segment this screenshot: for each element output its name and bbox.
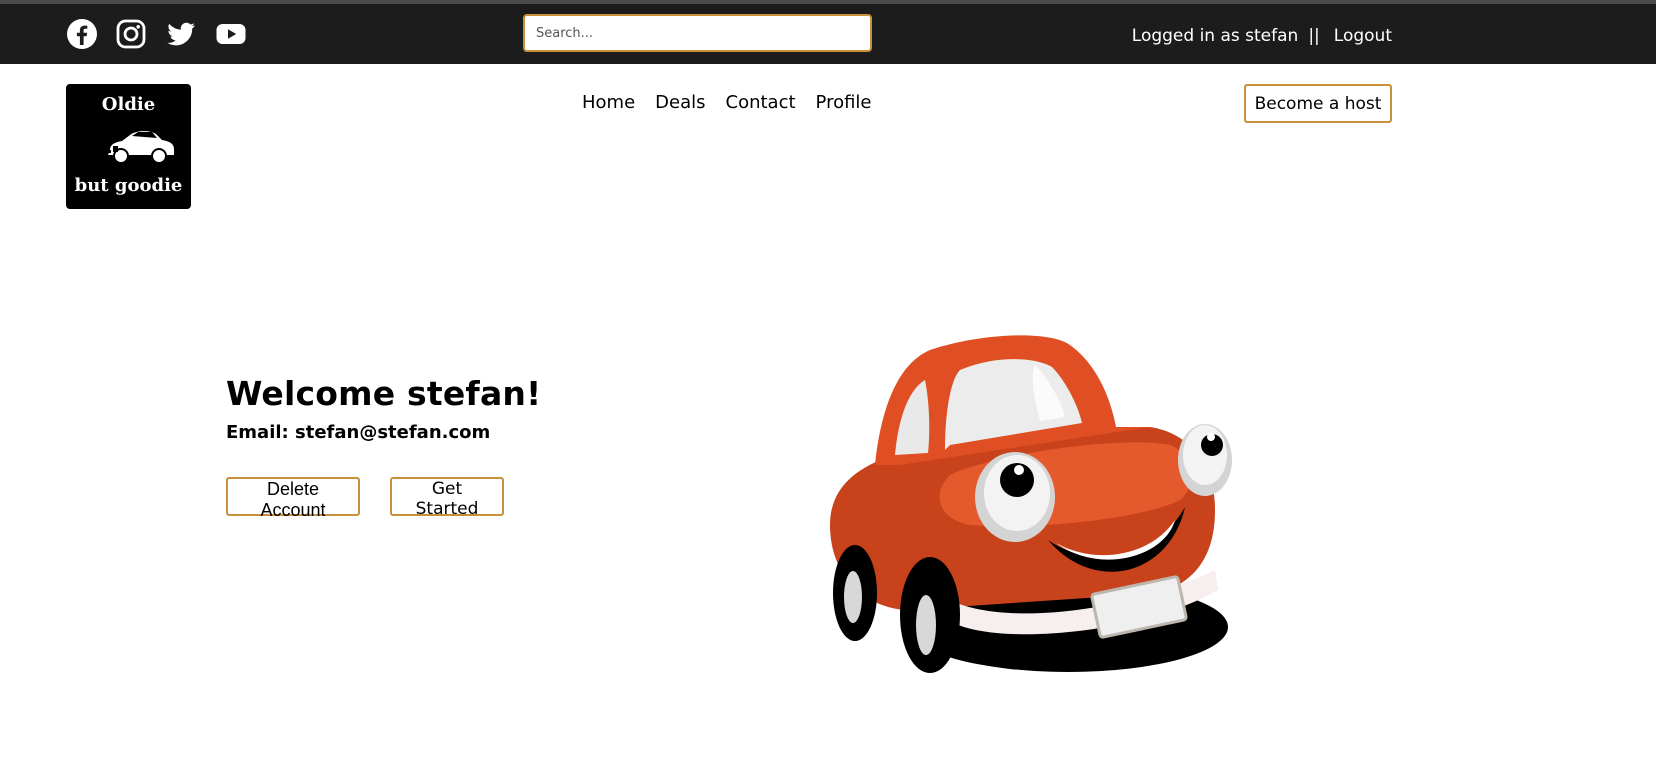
logo-text-top: Oldie	[101, 94, 156, 115]
user-status: Logged in as stefan || Logout	[1132, 26, 1392, 46]
vintage-car-icon	[108, 131, 174, 164]
site-logo[interactable]: Oldie but goodie	[66, 84, 191, 209]
logged-in-label: Logged in as stefan	[1131, 26, 1299, 46]
separator: ||	[1308, 26, 1320, 46]
instagram-icon[interactable]	[115, 18, 147, 50]
logo-text-bottom: but goodie	[74, 175, 183, 196]
email-line: Email: stefan@stefan.com	[226, 422, 491, 443]
get-started-button[interactable]: Get Started	[390, 477, 504, 519]
nav-deals[interactable]: Deals	[655, 92, 705, 113]
search-input[interactable]	[523, 14, 872, 52]
twitter-icon[interactable]	[165, 18, 197, 50]
main-nav: Home Deals Contact Profile	[582, 92, 892, 113]
logout-link[interactable]: Logout	[1334, 26, 1392, 46]
become-host-button[interactable]: Become a host	[1244, 84, 1392, 123]
welcome-heading: Welcome stefan!	[226, 374, 542, 413]
nav-profile[interactable]: Profile	[816, 92, 872, 113]
nav-contact[interactable]: Contact	[726, 92, 796, 113]
top-bar: Logged in as stefan || Logout	[0, 4, 1656, 64]
delete-account-button[interactable]: Delete Account	[226, 477, 360, 520]
facebook-icon[interactable]	[66, 18, 98, 50]
youtube-icon[interactable]	[215, 18, 247, 50]
nav-home[interactable]: Home	[582, 92, 635, 113]
cartoon-car-illustration	[830, 335, 1232, 673]
